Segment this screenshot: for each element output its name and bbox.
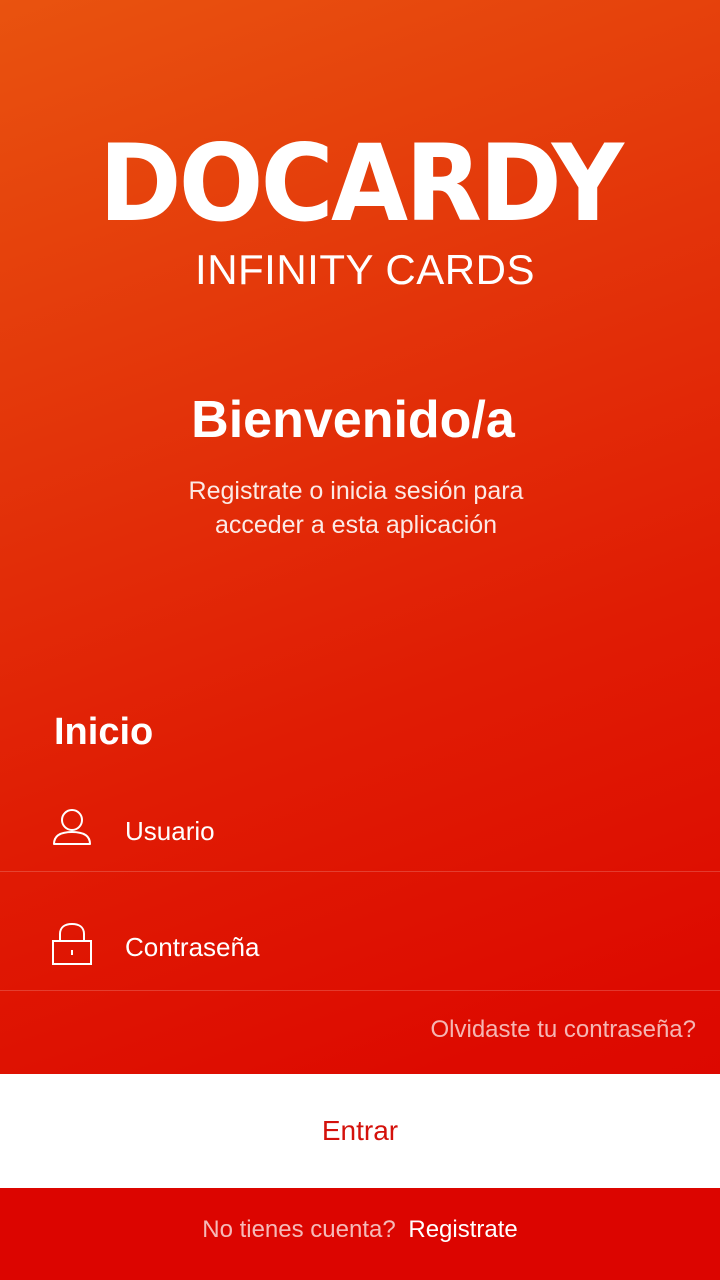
no-account-text: No tienes cuenta? bbox=[202, 1216, 396, 1243]
user-icon bbox=[51, 807, 93, 849]
password-field bbox=[0, 872, 720, 991]
enter-button[interactable]: Entrar bbox=[0, 1074, 720, 1188]
register-link[interactable]: Registrate bbox=[408, 1216, 517, 1243]
welcome-subtitle: Registrate o inicia sesión para acceder … bbox=[188, 477, 524, 539]
lock-icon bbox=[51, 922, 93, 965]
password-input[interactable] bbox=[125, 925, 685, 969]
username-field bbox=[0, 753, 720, 872]
forgot-password-link[interactable]: Olvidaste tu contraseña? bbox=[431, 1012, 697, 1048]
welcome-title: Bienvenido/a bbox=[191, 391, 515, 449]
login-screen: DOCARDY INFINITY CARDS Bienvenido/a Regi… bbox=[0, 0, 720, 1280]
login-section-title: Inicio bbox=[54, 711, 154, 753]
register-footer: No tienes cuenta? Registrate bbox=[0, 1188, 720, 1280]
brand-tagline: INFINITY CARDS bbox=[195, 246, 535, 293]
brand-logo: DOCARDY bbox=[98, 122, 624, 245]
username-input[interactable] bbox=[125, 809, 685, 853]
